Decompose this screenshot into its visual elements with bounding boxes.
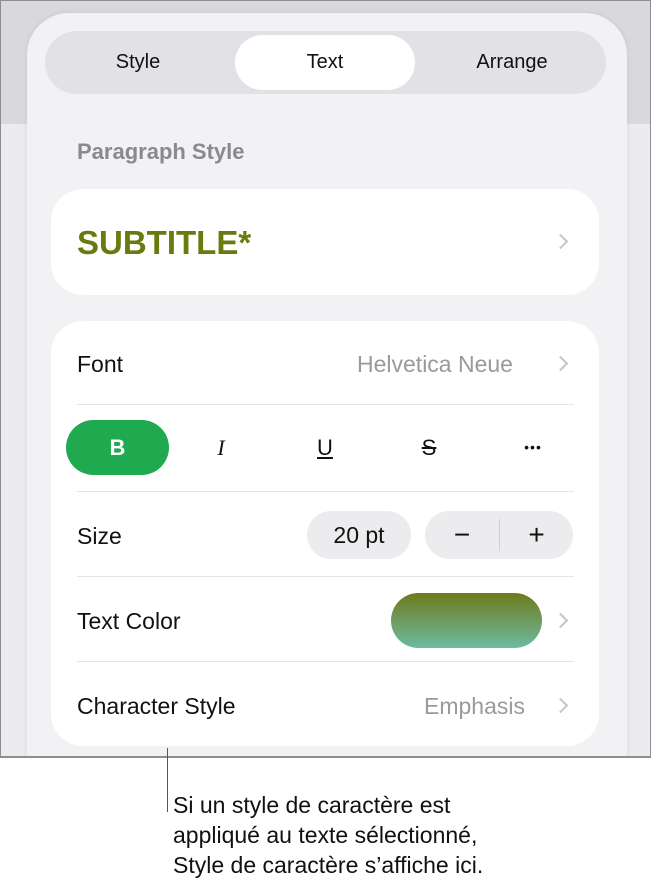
tab-style[interactable]: Style [49, 35, 227, 90]
divider [77, 661, 574, 662]
character-style-value[interactable]: Emphasis [424, 693, 525, 720]
increase-size-button[interactable]: + [500, 511, 573, 559]
divider [77, 576, 574, 577]
font-label: Font [77, 351, 124, 377]
decrease-size-button[interactable]: − [425, 511, 499, 559]
text-color-label: Text Color [77, 608, 181, 634]
strikethrough-button[interactable]: S [379, 420, 479, 475]
text-color-swatch[interactable] [391, 593, 542, 648]
inspector-window: Style Text Arrange Paragraph Style SUBTI… [0, 0, 651, 758]
chevron-right-icon [552, 233, 569, 250]
paragraph-style-heading: Paragraph Style [77, 139, 245, 164]
tab-arrange[interactable]: Arrange [423, 35, 601, 90]
tab-text[interactable]: Text [235, 35, 415, 90]
callout-line-3: Style de caractère s’affiche ici. [173, 852, 484, 878]
more-options-button[interactable]: ••• [483, 420, 583, 475]
divider [77, 404, 574, 405]
tab-control: Style Text Arrange [45, 31, 606, 94]
divider [77, 491, 574, 492]
font-value[interactable]: Helvetica Neue [357, 351, 513, 378]
size-value[interactable]: 20 pt [307, 511, 411, 559]
paragraph-style-value: SUBTITLE* [77, 224, 252, 261]
callout-line [167, 748, 168, 812]
paragraph-style-button[interactable]: SUBTITLE* [51, 189, 599, 295]
callout-text: Si un style de caractère est appliqué au… [173, 790, 643, 880]
callout-line-1: Si un style de caractère est [173, 792, 451, 818]
size-stepper: − + [425, 511, 573, 559]
callout-line-2: appliqué au texte sélectionné, [173, 822, 478, 848]
italic-button[interactable]: I [171, 420, 271, 475]
underline-button[interactable]: U [275, 420, 375, 475]
character-style-label: Character Style [77, 693, 236, 719]
size-label: Size [77, 523, 122, 549]
bold-button[interactable]: B [66, 420, 169, 475]
